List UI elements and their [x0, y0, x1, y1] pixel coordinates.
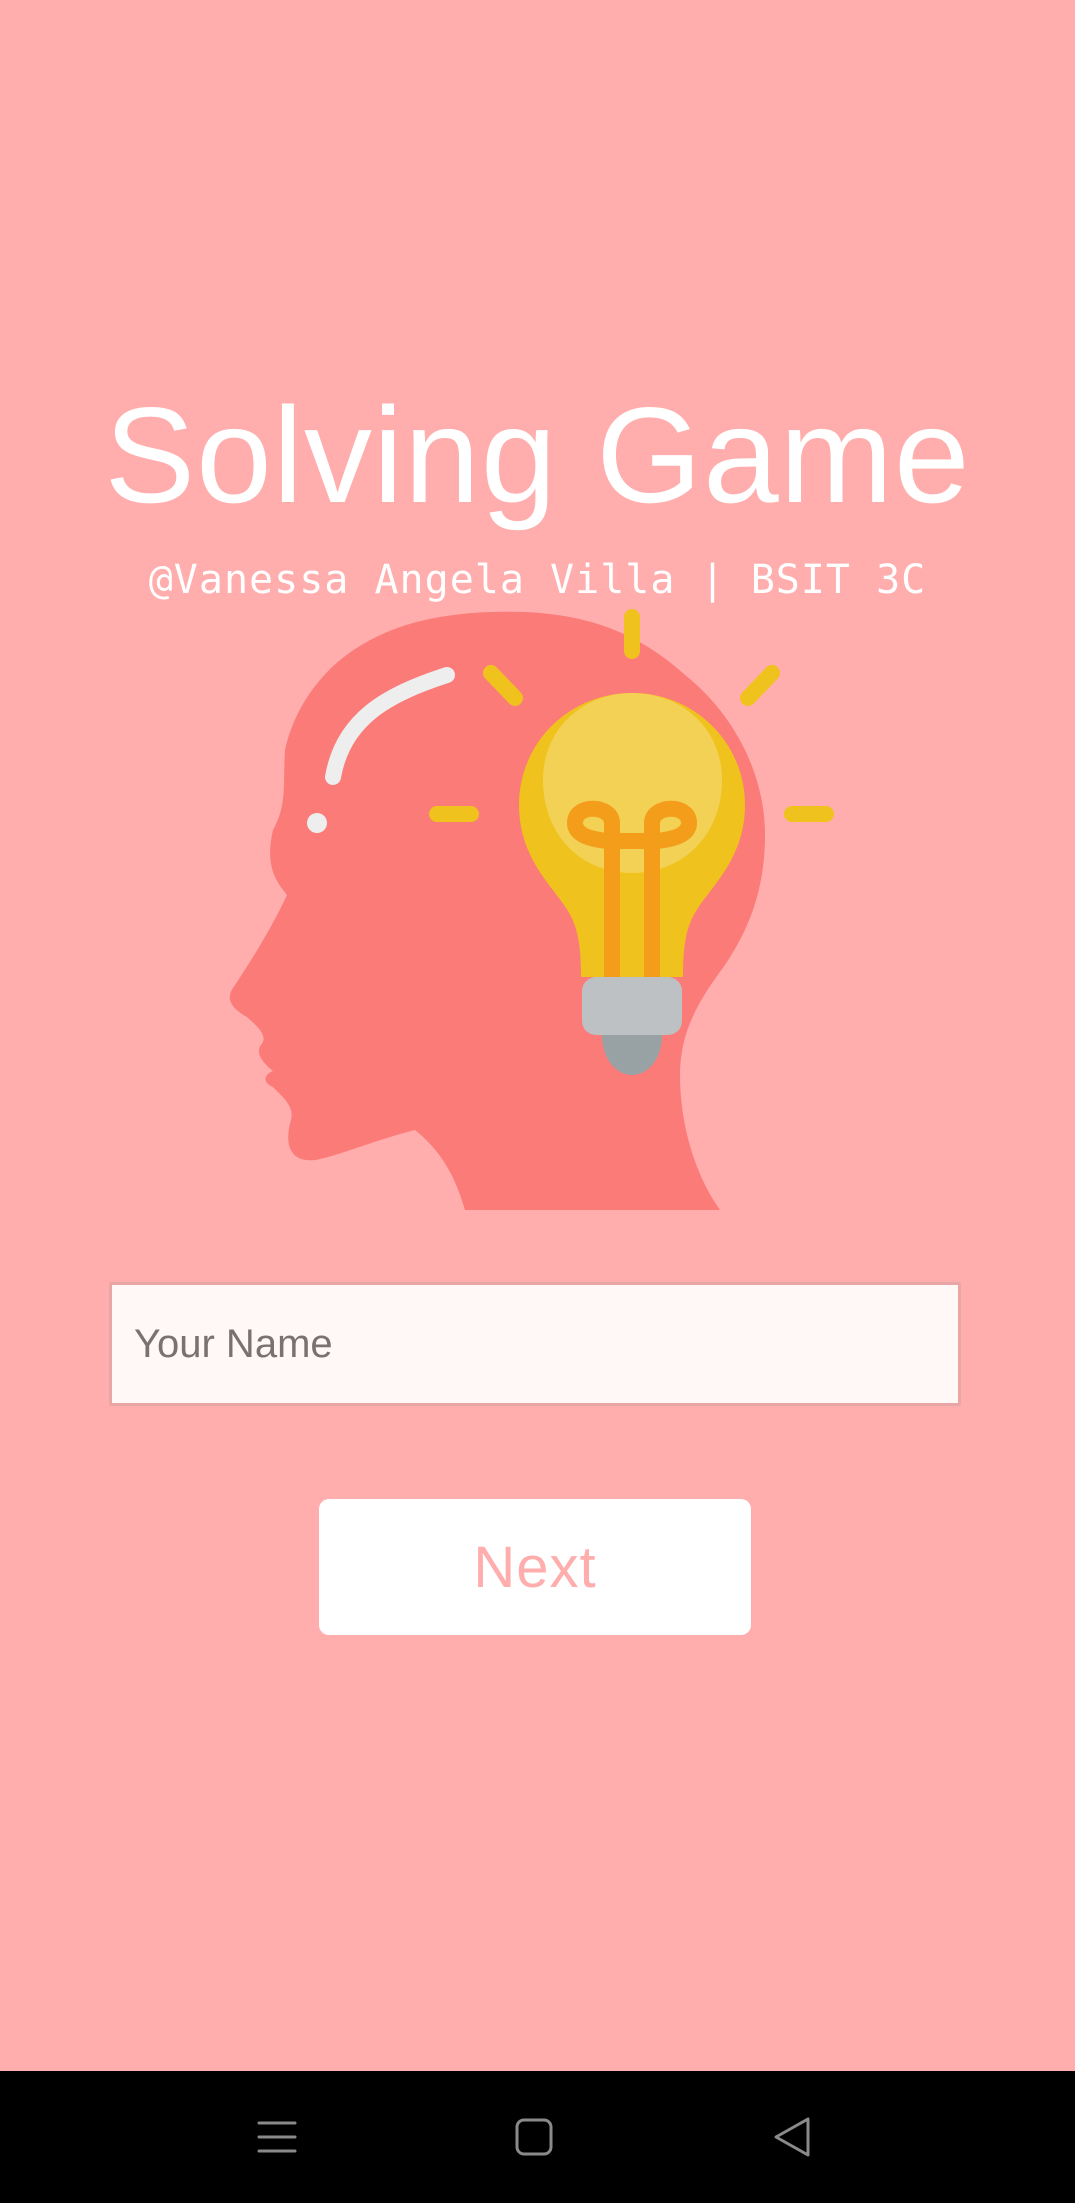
- bulb-base: [582, 977, 682, 1035]
- name-input[interactable]: [109, 1282, 961, 1406]
- back-icon[interactable]: [756, 2101, 828, 2173]
- head-highlight-dot: [307, 813, 327, 833]
- app-title: Solving Game: [104, 379, 971, 531]
- menu-icon[interactable]: [241, 2101, 313, 2173]
- next-button[interactable]: Next: [319, 1499, 751, 1635]
- home-icon[interactable]: [498, 2101, 570, 2173]
- main-screen: Solving Game @Vanessa Angela Villa | BSI…: [0, 0, 1075, 2071]
- system-nav-bar: [0, 2071, 1075, 2203]
- head-lightbulb-icon: [229, 609, 834, 1210]
- author-subtitle: @Vanessa Angela Villa | BSIT 3C: [148, 557, 927, 603]
